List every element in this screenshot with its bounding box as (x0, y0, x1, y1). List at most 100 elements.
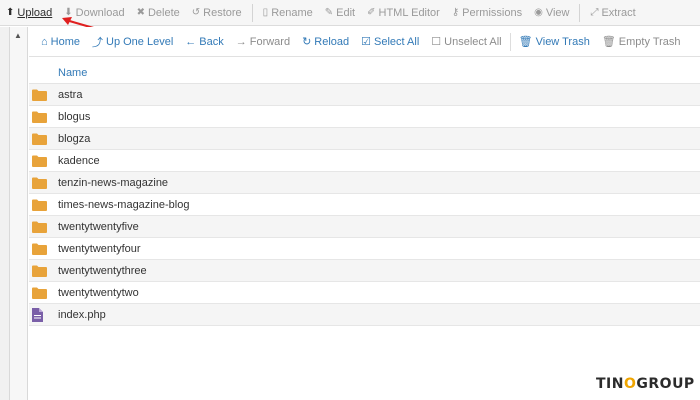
nav-button-label: View Trash (535, 35, 590, 48)
table-row[interactable]: kadence (29, 150, 700, 172)
toolbar-edit-button[interactable]: ✎ Edit (319, 0, 361, 26)
toolbar-button-label: Permissions (462, 6, 523, 19)
nav-forward-button[interactable]: → Forward (230, 27, 296, 57)
key-icon: ⚷ (451, 7, 460, 18)
toolbar-button-label: HTML Editor (378, 6, 440, 19)
toolbar-button-label: Edit (336, 6, 356, 19)
table-row[interactable]: twentytwentythree (29, 260, 700, 282)
nav-empty-trash-button[interactable]: 🗑 Empty Trash (596, 27, 687, 57)
toolbar-separator (251, 3, 253, 22)
folder-icon (32, 111, 58, 123)
eye-icon: ◉ (534, 7, 543, 18)
upload-icon: ⬆ (6, 7, 15, 18)
file-name[interactable]: times-news-magazine-blog (58, 199, 189, 211)
brand-logo: TINOGROUP (596, 376, 695, 392)
toolbar-permissions-button[interactable]: ⚷ Permissions (446, 0, 528, 26)
toolbar-restore-button[interactable]: ↺ Restore (186, 0, 248, 26)
folder-icon (32, 287, 58, 299)
table-row[interactable]: times-news-magazine-blog (29, 194, 700, 216)
column-header-label[interactable]: Name (58, 67, 87, 79)
toolbar-button-label: Delete (147, 6, 180, 19)
folder-icon (32, 133, 58, 145)
file-name[interactable]: astra (58, 89, 82, 101)
table-row[interactable]: astra (29, 84, 700, 106)
close-icon: ✖ (136, 7, 145, 18)
nav-button-label: Reload (314, 35, 350, 48)
reload-icon: ↻ (302, 36, 312, 48)
toolbar-button-label: Restore (203, 6, 242, 19)
toolbar-upload-button[interactable]: ⬆ Upload (0, 0, 58, 26)
folder-icon (32, 155, 58, 167)
checkbox-empty-icon: ☐ (431, 36, 442, 48)
toolbar-delete-button[interactable]: ✖ Delete (131, 0, 186, 26)
toolbar-extract-button[interactable]: ⤢ Extract (584, 0, 641, 26)
nav-view-trash-button[interactable]: 🗑 View Trash (513, 27, 596, 57)
toolbar-view-button[interactable]: ◉ View (528, 0, 575, 26)
toolbar-button-label: Extract (601, 6, 636, 19)
pencil-icon: ✎ (324, 7, 334, 18)
file-name[interactable]: kadence (58, 155, 100, 167)
nav-home-button[interactable]: ⌂ Home (35, 27, 86, 57)
brand-text-2: O (623, 376, 637, 392)
table-row[interactable]: twentytwentytwo (29, 282, 700, 304)
folder-icon (32, 243, 58, 255)
toolbar-button-label: View (545, 6, 570, 19)
scroll-up-icon[interactable]: ▲ (14, 31, 22, 40)
nav-button-label: Empty Trash (618, 35, 681, 48)
file-list: astra blogus blogza kadence tenzin-news-maga… (29, 84, 700, 326)
file-name[interactable]: twentytwentyfour (58, 243, 141, 255)
brand-text-3: GROUP (636, 376, 695, 392)
file-name[interactable]: twentytwentytwo (58, 287, 139, 299)
nav-button-label: Home (50, 35, 80, 48)
toolbar-rename-button[interactable]: ▯ Rename (257, 0, 319, 26)
home-icon: ⌂ (41, 35, 48, 48)
file-name[interactable]: twentytwentythree (58, 265, 147, 277)
nav-reload-button[interactable]: ↻ Reload (296, 27, 355, 57)
nav-back-button[interactable]: ← Back (179, 27, 229, 57)
table-row[interactable]: twentytwentyfive (29, 216, 700, 238)
folder-icon (32, 221, 58, 233)
table-row[interactable]: index.php (29, 304, 700, 326)
file-name[interactable]: index.php (58, 309, 106, 321)
scrollbar[interactable]: ▲ (10, 27, 28, 400)
brand-text-1: TIN (596, 376, 624, 392)
rename-icon: ▯ (262, 7, 269, 18)
nav-button-label: Select All (374, 35, 420, 48)
arrow-right-icon: → (235, 35, 247, 48)
navigation-bar: ⌂ Home ⤴ Up One Level ← Back → Forward ↻ Reload ☑ S… (29, 27, 700, 57)
table-row[interactable]: blogus (29, 106, 700, 128)
expand-icon: ⤢ (590, 7, 599, 18)
file-name[interactable]: blogza (58, 133, 90, 145)
nav-separator (509, 32, 511, 51)
toolbar-button-label: Rename (271, 6, 313, 19)
nav-button-label: Unselect All (444, 35, 502, 48)
file-name[interactable]: blogus (58, 111, 90, 123)
html-editor-icon: ✐ (367, 7, 376, 18)
nav-button-label: Forward (249, 35, 291, 48)
table-row[interactable]: blogza (29, 128, 700, 150)
folder-icon (32, 265, 58, 277)
table-row[interactable]: twentytwentyfour (29, 238, 700, 260)
nav-select-all-button[interactable]: ☑ Select All (355, 27, 425, 57)
toolbar-html-editor-button[interactable]: ✐ HTML Editor (361, 0, 446, 26)
level-up-icon: ⤴ (92, 36, 103, 49)
nav-up-one-level-button[interactable]: ⤴ Up One Level (86, 27, 179, 57)
folder-icon (32, 89, 58, 101)
toolbar-separator (579, 3, 581, 22)
arrow-left-icon: ← (185, 35, 197, 48)
file-name[interactable]: tenzin-news-magazine (58, 177, 168, 189)
nav-button-label: Up One Level (106, 35, 174, 48)
file-name[interactable]: twentytwentyfive (58, 221, 139, 233)
table-row[interactable]: tenzin-news-magazine (29, 172, 700, 194)
toolbar-button-label: Upload (17, 6, 53, 19)
nav-unselect-all-button[interactable]: ☐ Unselect All (425, 27, 507, 57)
column-header-name[interactable]: Name (29, 62, 700, 84)
left-panel-edge (0, 27, 10, 400)
folder-icon (32, 177, 58, 189)
trash-icon: 🗑 (601, 36, 616, 48)
restore-icon: ↺ (191, 7, 201, 18)
checkbox-checked-icon: ☑ (361, 36, 372, 48)
trash-icon: 🗑 (518, 36, 533, 48)
file-icon (32, 307, 58, 322)
file-table: Name astra blogus blogza kadence tenzin-news… (29, 62, 700, 326)
